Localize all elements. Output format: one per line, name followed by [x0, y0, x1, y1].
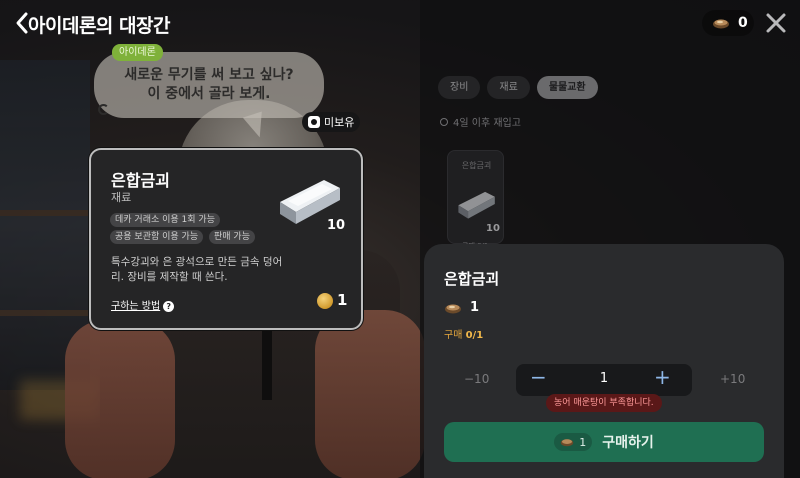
- clock-icon: [440, 117, 448, 126]
- npc-left-arm: [65, 320, 175, 478]
- item-name: 은합금괴: [111, 171, 170, 190]
- how-to-obtain-link[interactable]: 구하는 방법?: [111, 297, 175, 312]
- buy-cost: 1: [554, 433, 593, 451]
- tab-materials[interactable]: 재료: [487, 76, 530, 99]
- restock-info: 4일 이후 재입고: [440, 114, 521, 129]
- npc-speech-text: 새로운 무기를 써 보고 싶나? 이 중에서 골라 보게.: [94, 66, 324, 115]
- fish-stew-currency-icon: [445, 304, 461, 313]
- help-icon: ?: [163, 301, 175, 312]
- item-price: 1: [337, 291, 348, 309]
- currency-value: 0: [738, 15, 748, 31]
- close-icon: [766, 13, 786, 33]
- fish-stew-currency-icon: [713, 19, 729, 29]
- item-category: 재료: [111, 191, 132, 204]
- item-detail-card: 은합금괴 재료 데카 거래소 이용 1회 가능 공용 보관함 이용 가능 판매 …: [89, 148, 363, 330]
- tab-barter[interactable]: 물물교환: [536, 76, 598, 99]
- increase-button[interactable]: +: [654, 365, 671, 389]
- shop-item-card[interactable]: 은합금괴 10 구매 0/1: [447, 150, 504, 250]
- restock-text: 4일 이후 재입고: [453, 118, 521, 129]
- speech-line-2-wrap: 이 중에서 골라 보게.: [94, 85, 324, 115]
- close-button[interactable]: [764, 11, 788, 35]
- item-description: 특수강괴와 은 광석으로 만든 금속 덩어리. 장비를 제작할 때 쓴다.: [111, 256, 283, 283]
- page-title: 아이데론의 대장간: [28, 15, 170, 37]
- quantity-stepper: − 1 +: [516, 364, 692, 396]
- purchase-limit: 구매 0/1: [444, 326, 483, 341]
- how-to-obtain-label: 구하는 방법: [111, 301, 161, 312]
- purchase-price: 1: [444, 300, 479, 315]
- tab-equipment[interactable]: 장비: [438, 76, 481, 99]
- shop-item-count: 10: [486, 223, 500, 234]
- increase-10-button[interactable]: +10: [720, 372, 745, 386]
- shop-tab-bar: 장비 재료 물물교환: [438, 76, 598, 99]
- purchase-limit-value: 0/1: [465, 330, 484, 341]
- currency-display: 0: [702, 10, 754, 36]
- tag-exchange-trade: 데카 거래소 이용 1회 가능: [110, 213, 220, 227]
- purchase-price-value: 1: [470, 300, 480, 315]
- speech-line-1: 새로운 무기를 써 보고 싶나?: [124, 67, 294, 83]
- top-bar: 아이데론의 대장간 0: [0, 0, 800, 48]
- item-count: 10: [327, 218, 346, 233]
- gold-coin-icon: [317, 293, 333, 309]
- insufficient-currency-warning: 농어 매운탕이 부족합니다.: [546, 394, 662, 412]
- not-owned-label: 미보유: [324, 116, 355, 129]
- tag-shared-storage: 공용 보관함 이용 가능: [110, 230, 204, 244]
- buy-button[interactable]: 1 구매하기: [444, 422, 764, 462]
- shop-item-name: 은합금괴: [461, 161, 492, 170]
- purchase-limit-label: 구매: [444, 330, 463, 341]
- npc-right-arm: [315, 310, 425, 478]
- dialogue-continue-icon: [98, 104, 109, 115]
- fish-stew-currency-icon: [561, 439, 574, 447]
- decrease-10-button[interactable]: −10: [464, 372, 489, 386]
- npc-apron-strap: [262, 330, 272, 400]
- silver-ingot-icon: [458, 191, 495, 219]
- speech-line-2: 이 중에서 골라 보게.: [147, 86, 271, 102]
- not-owned-badge: 미보유: [302, 112, 361, 132]
- tag-sellable: 판매 가능: [209, 230, 255, 244]
- buy-button-label: 구매하기: [602, 435, 654, 451]
- outfit-icon: [308, 116, 320, 128]
- npc-name-tag: 아이데론: [112, 44, 163, 61]
- purchase-panel: 은합금괴 1 구매 0/1 −10 − 1 + +10 농어 매운탕이 부족합니…: [424, 244, 784, 478]
- buy-cost-value: 1: [579, 435, 587, 449]
- purchase-item-name: 은합금괴: [444, 270, 500, 288]
